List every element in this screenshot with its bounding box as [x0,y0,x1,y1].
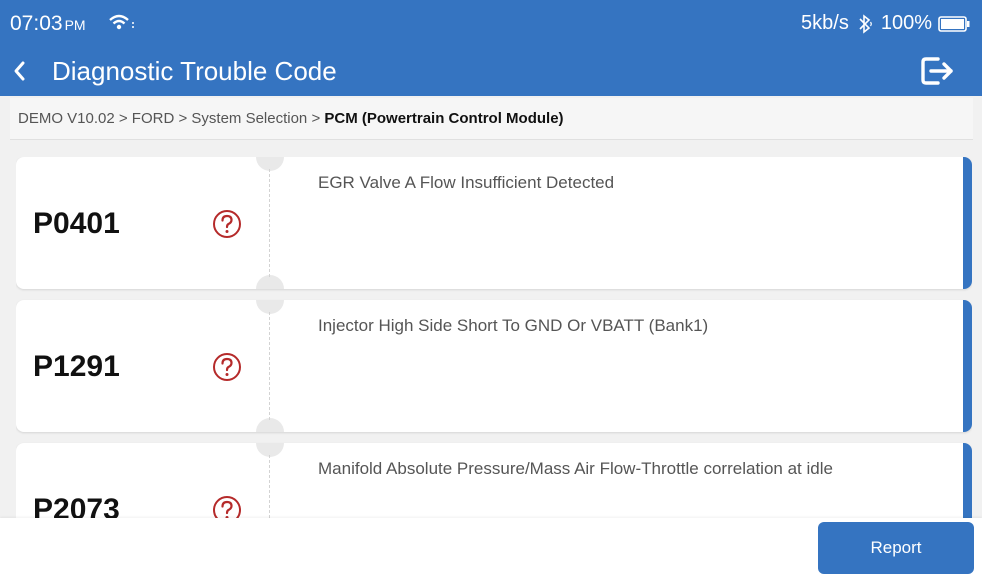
exit-icon[interactable] [918,52,956,90]
dtc-card[interactable]: P0401 EGR Valve A Flow Insufficient Dete… [16,157,972,289]
dtc-list[interactable]: P0401 EGR Valve A Flow Insufficient Dete… [16,157,972,518]
report-button[interactable]: Report [818,522,974,574]
chevron-left-icon[interactable] [6,56,36,86]
breadcrumb-current: PCM (Powertrain Control Module) [324,110,564,127]
question-icon[interactable] [212,495,242,518]
dtc-card[interactable]: P2073 Manifold Absolute Pressure/Mass Ai… [16,443,972,518]
card-divider [269,455,270,518]
dtc-description: Manifold Absolute Pressure/Mass Air Flow… [318,459,833,478]
dtc-code: P1291 [33,350,120,383]
status-right: 5kb/s 100% [801,12,970,35]
dtc-card[interactable]: P1291 Injector High Side Short To GND Or… [16,300,972,432]
bluetooth-icon [859,13,872,34]
bottom-bar: Report [0,518,982,578]
title-bar: Diagnostic Trouble Code [0,46,982,96]
card-notch [256,275,284,289]
card-notch [256,443,284,457]
dtc-description: EGR Valve A Flow Insufficient Detected [318,173,615,192]
wifi-icon [109,14,134,30]
card-divider [269,169,270,277]
dtc-description: Injector High Side Short To GND Or VBATT… [318,316,709,335]
question-icon[interactable] [212,209,242,239]
status-time: 07:03 PM [10,12,86,35]
breadcrumb-path: DEMO V10.02 > FORD > System Selection > [18,110,325,127]
status-ampm: PM [64,17,86,33]
battery-percent: 100% [880,12,932,34]
card-notch [256,418,284,432]
card-notch [256,157,284,171]
dtc-code: P0401 [33,207,120,240]
page-title: Diagnostic Trouble Code [52,56,337,86]
card-divider [269,312,270,420]
card-notch [256,300,284,314]
question-icon[interactable] [212,352,242,382]
status-bar: 07:03 PM 5kb/s 100% [0,0,982,46]
dtc-code: P2073 [33,493,120,518]
net-speed: 5kb/s [801,12,849,34]
breadcrumb: DEMO V10.02 > FORD > System Selection > … [10,98,973,140]
battery-icon [938,15,970,32]
